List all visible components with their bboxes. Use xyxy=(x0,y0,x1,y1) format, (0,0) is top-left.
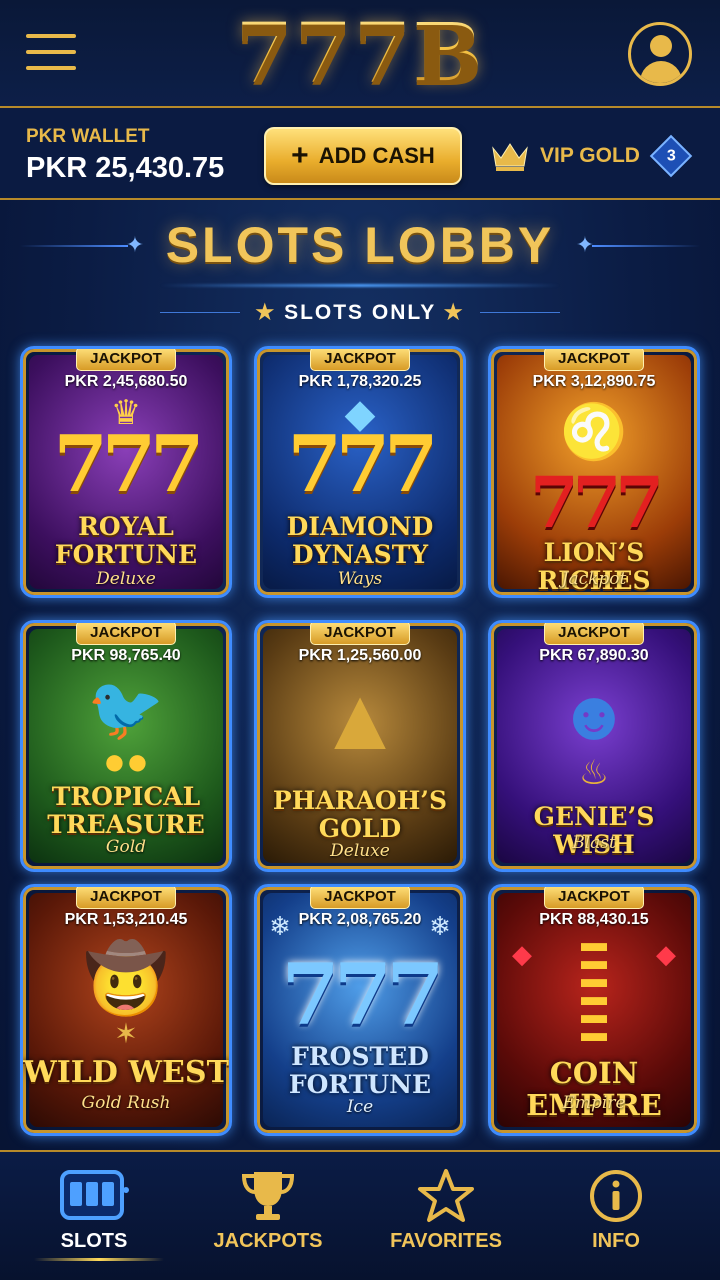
game-title: FROSTED FORTUNE xyxy=(288,1042,432,1099)
jackpot-amount: PKR 88,430.15 xyxy=(539,911,649,928)
game-title: DIAMOND DYNASTY xyxy=(286,512,434,569)
plus-icon: + xyxy=(291,139,309,172)
jackpot-badge: JACKPOT xyxy=(544,623,644,645)
jackpot-amount: PKR 3,12,890.75 xyxy=(532,373,656,390)
nav-label: JACKPOTS xyxy=(213,1230,323,1252)
game-subtitle: Blast xyxy=(572,833,616,853)
game-subtitle: Empire xyxy=(562,1093,626,1113)
nav-label: FAVORITES xyxy=(390,1230,502,1252)
game-tile-lions-riches[interactable]: JACKPOT PKR 3,12,890.75 ♌ 777 LION’S RIC… xyxy=(488,346,700,598)
add-cash-button[interactable]: + ADD CASH xyxy=(264,127,462,185)
genie-icon: ☻ xyxy=(557,676,631,754)
vip-label: VIP GOLD xyxy=(540,144,640,167)
star-icon: ★ xyxy=(255,301,277,324)
info-icon xyxy=(590,1170,642,1222)
game-subtitle: Gold xyxy=(105,837,147,857)
sevens-emblem: 777 xyxy=(529,461,664,544)
jackpot-amount: PKR 2,08,765.20 xyxy=(298,911,422,928)
game-tile-frosted-fortune[interactable]: JACKPOT PKR 2,08,765.20 ❄ ❄ 777 FROSTED F… xyxy=(254,884,466,1136)
jackpot-badge: JACKPOT xyxy=(310,887,410,909)
sheriff-star-icon: ✶ xyxy=(114,1018,138,1049)
nav-label: INFO xyxy=(592,1230,640,1252)
top-header: 777B xyxy=(0,0,720,108)
glow-divider xyxy=(160,284,560,287)
add-cash-label: ADD CASH xyxy=(318,143,435,168)
title-divider-right xyxy=(592,245,700,247)
game-subtitle: Ice xyxy=(346,1097,374,1117)
game-tile-royal-fortune[interactable]: JACKPOT PKR 2,45,680.50 ♛ 777 ROYAL FORTU… xyxy=(20,346,232,598)
jackpot-badge: JACKPOT xyxy=(76,623,176,645)
jackpot-badge: JACKPOT xyxy=(76,887,176,909)
jackpot-amount: PKR 1,53,210.45 xyxy=(64,911,188,928)
crown-icon xyxy=(492,143,528,171)
active-indicator xyxy=(34,1258,164,1261)
jackpot-amount: PKR 1,25,560.00 xyxy=(298,647,422,664)
vip-level-badge: 3 xyxy=(649,134,693,178)
vip-status[interactable]: VIP GOLD 3 xyxy=(490,134,693,178)
brand-logo: 777B xyxy=(0,6,720,102)
jackpot-badge: JACKPOT xyxy=(544,349,644,371)
bottom-navigation: SLOTS JACKPOTS FAVORITES INFO xyxy=(0,1150,720,1280)
game-subtitle: Deluxe xyxy=(96,569,156,589)
nav-label: SLOTS xyxy=(60,1230,128,1252)
jackpot-amount: PKR 67,890.30 xyxy=(539,647,649,664)
sevens-emblem: 777 xyxy=(53,419,205,510)
nav-favorites[interactable]: FAVORITES xyxy=(356,1152,536,1280)
wallet-bar: PKR WALLET PKR 25,430.75 + ADD CASH VIP … xyxy=(0,108,720,200)
nav-info[interactable]: INFO xyxy=(526,1152,706,1280)
game-tile-coin-empire[interactable]: JACKPOT PKR 88,430.15 ▬ ▬ ▬ ▬ ▬ ▬ ◆ ◆ COIN EM… xyxy=(488,884,700,1136)
jackpot-badge: JACKPOT xyxy=(544,887,644,909)
game-subtitle: Gold Rush xyxy=(81,1093,171,1113)
game-title: TROPICAL TREASURE xyxy=(47,782,205,839)
jackpot-amount: PKR 1,78,320.25 xyxy=(298,373,422,390)
game-tile-genies-wish[interactable]: JACKPOT PKR 67,890.30 ☻ ♨ GENIE’S WISH B… xyxy=(488,620,700,872)
jackpot-amount: PKR 98,765.40 xyxy=(71,647,181,664)
jackpot-badge: JACKPOT xyxy=(310,623,410,645)
star-icon xyxy=(418,1169,474,1222)
nav-jackpots[interactable]: JACKPOTS xyxy=(178,1152,358,1280)
cowboy-icon: 🤠 xyxy=(83,941,169,1017)
game-title: WILD WEST xyxy=(23,1055,229,1090)
wallet-label: PKR WALLET xyxy=(26,126,150,147)
jackpot-badge: JACKPOT xyxy=(310,349,410,371)
subtitle: ★ SLOTS ONLY ★ xyxy=(0,300,720,325)
magic-lamp-icon: ♨ xyxy=(578,754,610,792)
sevens-emblem: 777 xyxy=(281,945,444,1044)
wallet-balance: PKR 25,430.75 xyxy=(26,152,225,184)
game-subtitle: Ways xyxy=(337,569,383,589)
trophy-icon xyxy=(241,1172,295,1220)
pharaoh-icon: ▲ xyxy=(316,669,404,768)
nav-slots[interactable]: SLOTS xyxy=(4,1152,184,1280)
slot-machine-icon xyxy=(60,1170,129,1220)
lion-icon: ♌ xyxy=(560,402,628,462)
subtitle-divider-right xyxy=(480,312,560,313)
game-tile-pharaohs-gold[interactable]: JACKPOT PKR 1,25,560.00 ▲ PHARAOH’S GOLD … xyxy=(254,620,466,872)
game-tile-tropical-treasure[interactable]: JACKPOT PKR 98,765.40 🐦 ●● TROPICAL TREAS… xyxy=(20,620,232,872)
gold-coin-icon: ●● xyxy=(103,741,149,783)
ruby-icon: ◆ xyxy=(512,939,532,969)
toucan-icon: 🐦 xyxy=(87,675,165,744)
jackpot-amount: PKR 2,45,680.50 xyxy=(64,373,188,390)
sevens-emblem: 777 xyxy=(287,419,439,510)
jackpot-badge: JACKPOT xyxy=(76,349,176,371)
game-tile-diamond-dynasty[interactable]: JACKPOT PKR 1,78,320.25 ◆ 777 DIAMOND DYN… xyxy=(254,346,466,598)
user-profile-icon[interactable] xyxy=(628,22,692,86)
star-icon: ★ xyxy=(443,301,465,324)
game-tile-wild-west[interactable]: JACKPOT PKR 1,53,210.45 🤠 ✶ WILD WEST Go… xyxy=(20,884,232,1136)
game-subtitle: Deluxe xyxy=(330,841,390,861)
game-title: PHARAOH’S GOLD xyxy=(272,786,448,843)
game-subtitle: Jackpot xyxy=(561,569,627,589)
ruby-icon: ◆ xyxy=(656,939,676,969)
subtitle-text: SLOTS ONLY xyxy=(284,301,436,324)
game-title: ROYAL FORTUNE xyxy=(54,512,198,569)
